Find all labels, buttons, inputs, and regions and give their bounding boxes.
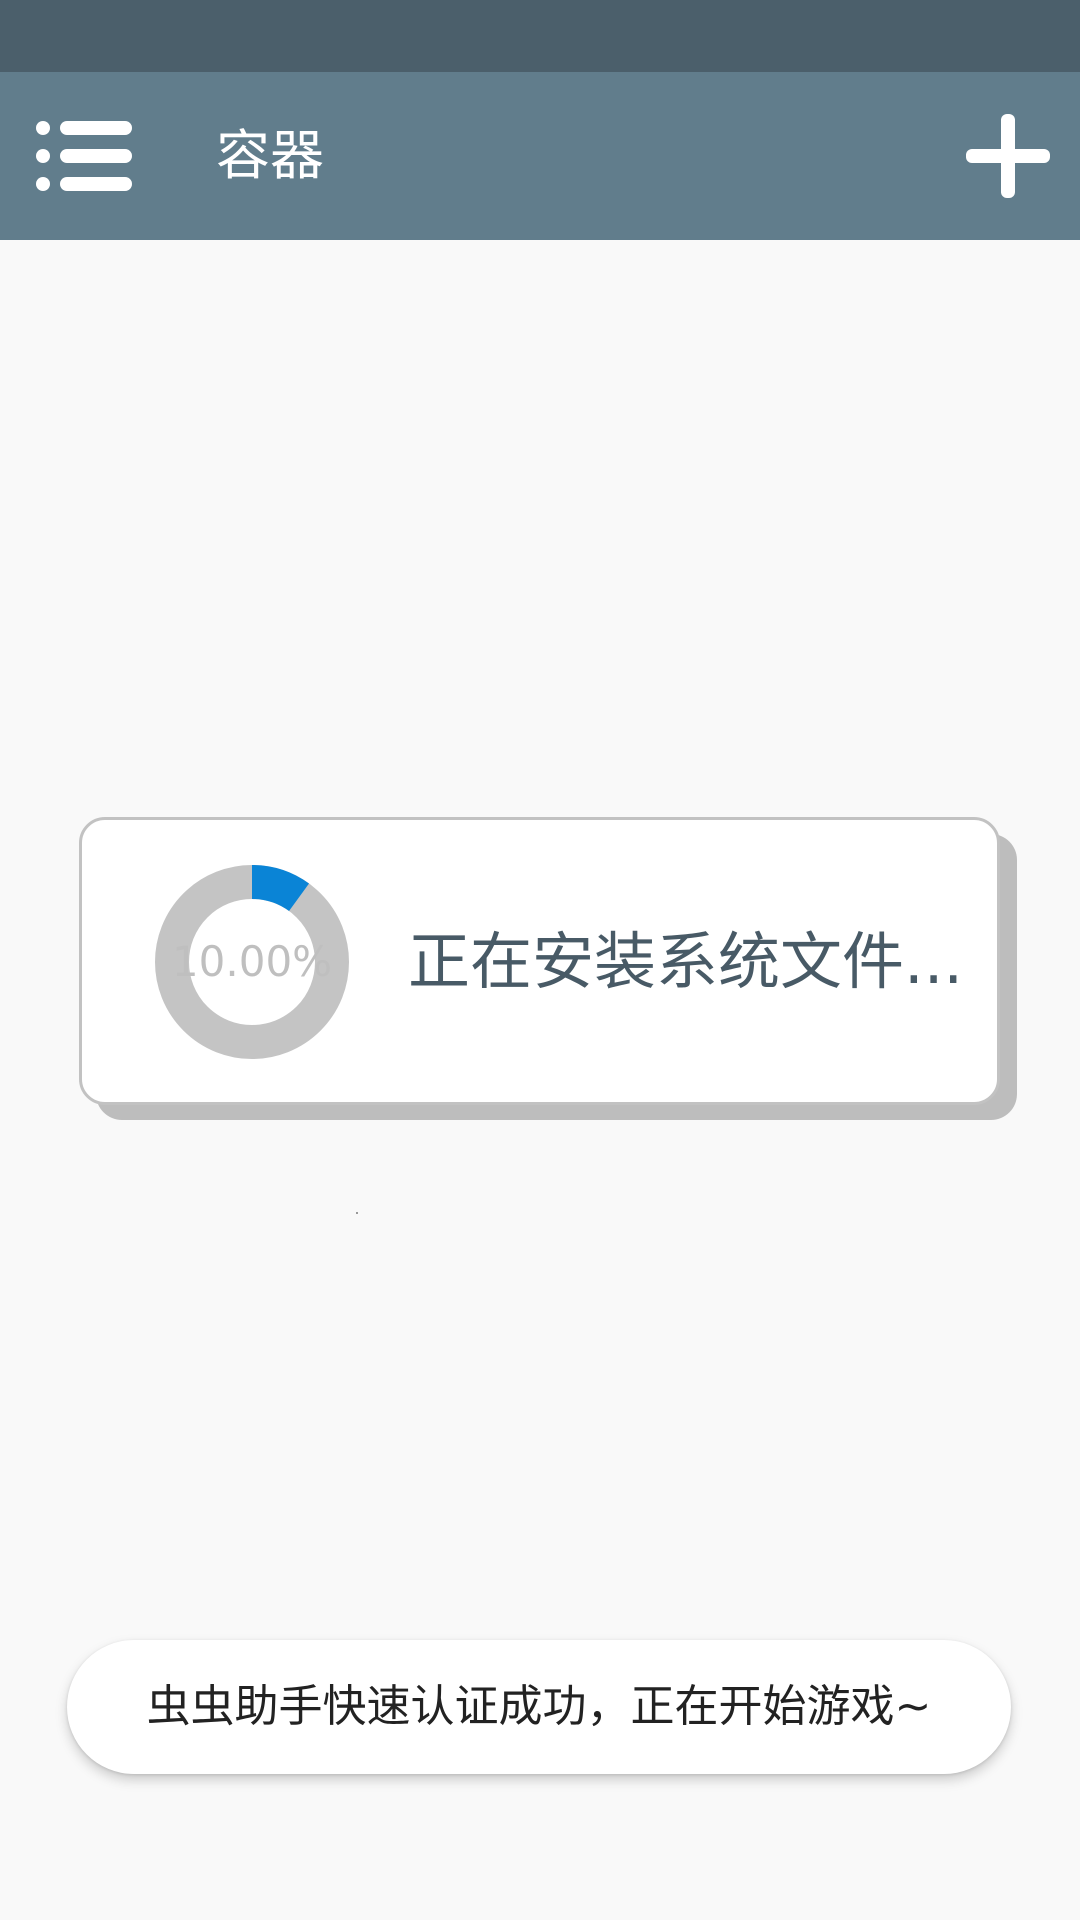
dot <box>356 1212 358 1214</box>
add-button[interactable] <box>962 110 1054 202</box>
toast: 虫虫助手快速认证成功，正在开始游戏~ <box>67 1640 1011 1774</box>
list-menu-icon <box>32 114 136 198</box>
install-status-text: 正在安装系统文件... <box>408 925 964 998</box>
menu-button[interactable] <box>32 114 136 198</box>
status-bar <box>0 0 1080 72</box>
plus-icon <box>962 110 1054 202</box>
app-bar: 容器 <box>0 72 1080 240</box>
page-title: 容器 <box>216 124 324 187</box>
toast-message: 虫虫助手快速认证成功，正在开始游戏~ <box>146 1681 932 1732</box>
progress-percent: 10.00% <box>171 937 333 986</box>
